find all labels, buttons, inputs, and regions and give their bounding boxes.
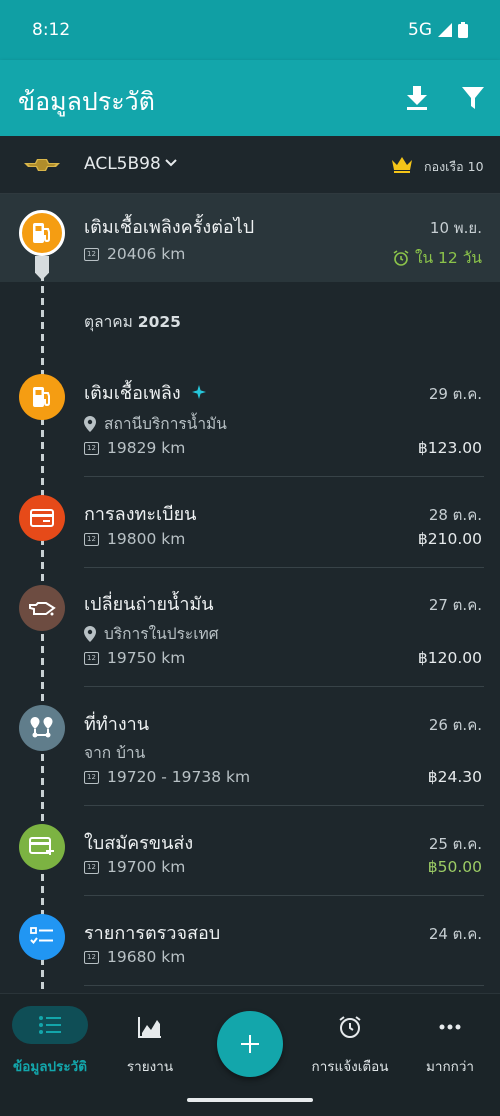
- month-header: ตุลาคม 2025: [84, 313, 181, 331]
- entry-node: [19, 374, 65, 420]
- entry-odometer: 12 19829 km: [84, 439, 185, 457]
- nav-active-indicator: [12, 1006, 88, 1044]
- next-refuel-title: เติมเชื้อเพลิงครั้งต่อไป: [84, 217, 255, 238]
- entry-odometer: 12 19680 km: [84, 948, 185, 966]
- next-refuel-date: 10 พ.ย.: [429, 219, 482, 237]
- next-refuel-node: [19, 210, 65, 256]
- location-pin-icon: [84, 625, 96, 642]
- star-sparkle-icon: [192, 385, 207, 399]
- entry-date: 29 ต.ค.: [428, 385, 482, 403]
- download-icon: [407, 86, 427, 110]
- status-time: 8:12: [32, 20, 71, 40]
- credit-card-plus-icon: [29, 837, 54, 855]
- divider: [84, 476, 484, 477]
- odometer-icon: 12: [84, 441, 99, 455]
- app-bar: ข้อมูลประวัติ: [0, 60, 500, 136]
- nav-label: การแจ้งเตือน: [311, 1059, 389, 1075]
- filter-icon: [462, 87, 484, 109]
- credit-card-minus-icon: [30, 509, 54, 527]
- entry-cost: ฿210.00: [417, 530, 482, 548]
- entry-node: [19, 705, 65, 751]
- divider: [84, 985, 484, 986]
- chevrolet-logo-icon: [24, 159, 60, 171]
- status-icons: 5G: [408, 20, 468, 40]
- chart-icon: [137, 1014, 163, 1040]
- entry-date: 28 ต.ค.: [428, 506, 482, 524]
- divider: [84, 805, 484, 806]
- fuel-pump-icon: [33, 387, 50, 407]
- divider: [84, 686, 484, 687]
- next-refuel-odometer: 12 20406 km: [84, 245, 185, 263]
- entry-title: ใบสมัครขนส่ง: [84, 833, 194, 854]
- add-icon: [241, 1035, 259, 1053]
- entry-odometer: 12 19700 km: [84, 858, 185, 876]
- more-dots-icon: [437, 1014, 463, 1040]
- entry-node: [19, 824, 65, 870]
- entry-date: 25 ต.ค.: [428, 835, 482, 853]
- next-refuel-due: ใน 12 วัน: [393, 245, 482, 270]
- entry-location: บริการในประเทศ: [84, 621, 219, 646]
- crown-icon: [392, 157, 412, 173]
- divider: [84, 567, 484, 568]
- entry-title: เติมเชื้อเพลิง: [84, 378, 207, 407]
- entry-title: การลงทะเบียน: [84, 504, 197, 525]
- next-refuel-card[interactable]: เติมเชื้อเพลิงครั้งต่อไป 10 พ.ย. 12 2040…: [0, 194, 500, 282]
- entry-odometer: 12 19750 km: [84, 649, 185, 667]
- filter-button[interactable]: [460, 84, 486, 112]
- battery-icon: [458, 22, 468, 38]
- alarm-clock-icon: [393, 249, 409, 266]
- entry-cost: ฿123.00: [417, 439, 482, 457]
- fuel-pump-icon: [33, 223, 50, 243]
- odometer-icon: 12: [84, 770, 99, 784]
- nav-label: รายงาน: [126, 1059, 174, 1075]
- entry-cost: ฿50.00: [427, 858, 482, 876]
- entry-date: 24 ต.ค.: [428, 925, 482, 943]
- nav-label: มากกว่า: [426, 1059, 474, 1075]
- odometer-icon: 12: [84, 532, 99, 546]
- route-pins-icon: [30, 717, 53, 738]
- entry-odometer: 12 19720 - 19738 km: [84, 768, 250, 786]
- entry-node: [19, 585, 65, 631]
- entry-title: รายการตรวจสอบ: [84, 923, 221, 944]
- entry-route: จาก บ้าน: [84, 744, 146, 762]
- entry-odometer: 12 19800 km: [84, 530, 185, 548]
- entry-location: สถานีบริการน้ำมัน: [84, 411, 227, 436]
- fleet-label[interactable]: กองเรือ 10: [424, 157, 484, 177]
- odometer-icon: 12: [84, 950, 99, 964]
- oil-can-icon: [29, 602, 56, 616]
- odometer-icon: 12: [84, 247, 99, 261]
- nav-label: ข้อมูลประวัติ: [13, 1059, 87, 1075]
- entry-title: ที่ทำงาน: [84, 714, 150, 735]
- status-bar: 8:12 5G: [0, 0, 500, 60]
- entry-node: [19, 495, 65, 541]
- divider: [84, 895, 484, 896]
- entry-node: [19, 914, 65, 960]
- history-list-icon: [39, 1016, 61, 1034]
- vehicle-plate[interactable]: ACL5B98: [84, 154, 161, 174]
- vehicle-selector-bar: ACL5B98 กองเรือ 10: [0, 136, 500, 194]
- entry-cost: ฿120.00: [417, 649, 482, 667]
- network-type: 5G: [408, 20, 432, 40]
- add-button[interactable]: [217, 1011, 283, 1077]
- page-title: ข้อมูลประวัติ: [18, 87, 155, 116]
- entry-date: 26 ต.ค.: [428, 716, 482, 734]
- bottom-navigation: ข้อมูลประวัติ รายงาน การแจ้งเตือน มากกว่…: [0, 993, 500, 1116]
- signal-icon: [438, 23, 452, 37]
- entry-date: 27 ต.ค.: [428, 596, 482, 614]
- location-pin-icon: [84, 415, 96, 432]
- entry-title: เปลี่ยนถ่ายน้ำมัน: [84, 594, 214, 615]
- chevron-down-icon[interactable]: [164, 156, 178, 170]
- home-indicator[interactable]: [187, 1098, 313, 1102]
- odometer-icon: 12: [84, 860, 99, 874]
- checklist-icon: [30, 927, 53, 945]
- odometer-icon: 12: [84, 651, 99, 665]
- entry-cost: ฿24.30: [427, 768, 482, 786]
- download-button[interactable]: [404, 84, 430, 112]
- alarm-icon: [337, 1014, 363, 1040]
